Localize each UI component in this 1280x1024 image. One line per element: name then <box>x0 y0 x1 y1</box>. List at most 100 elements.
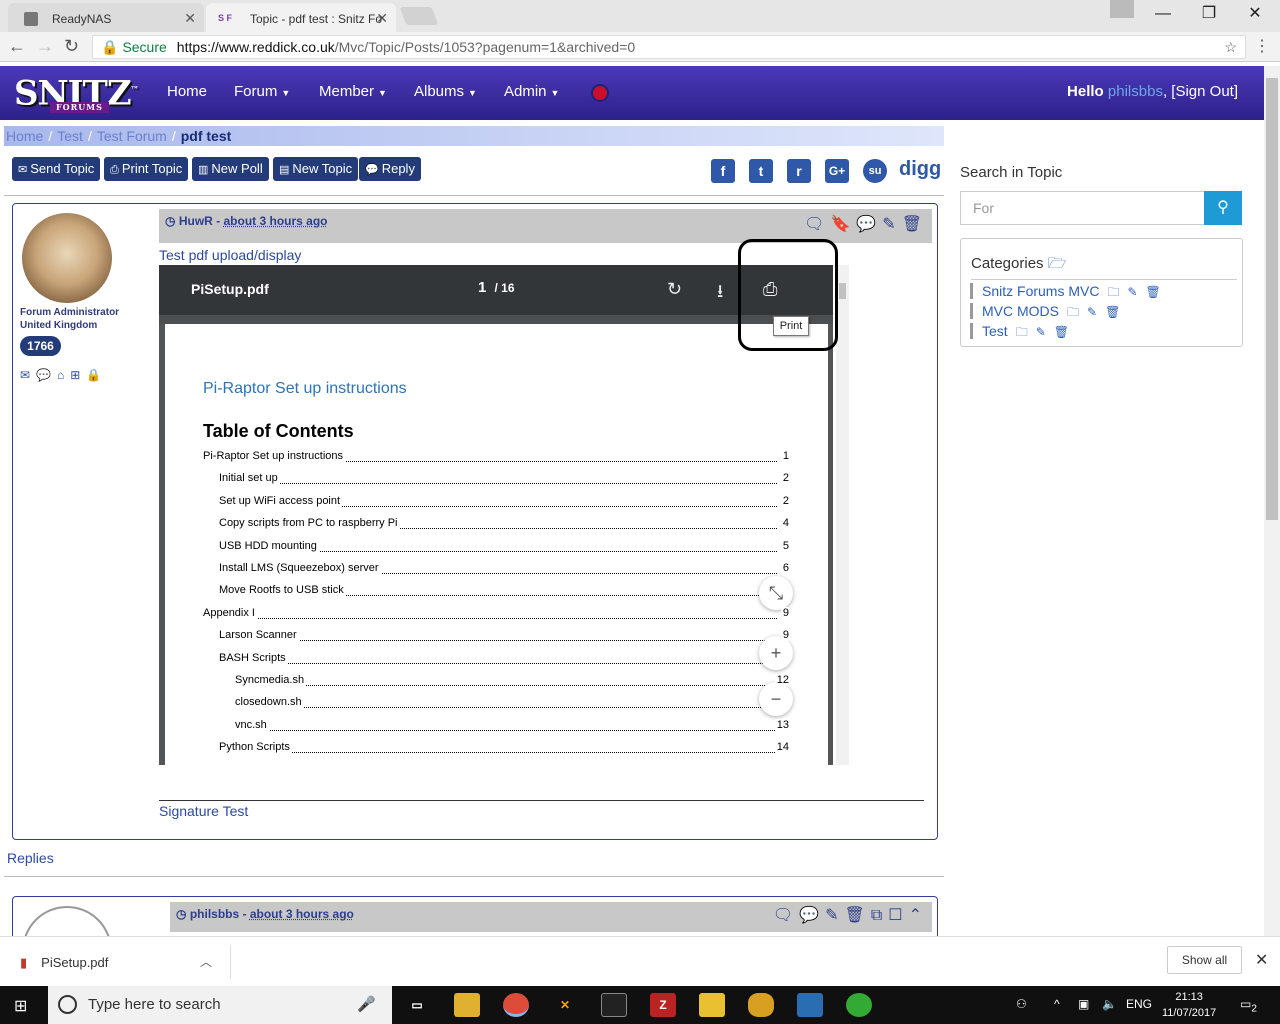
reload-icon[interactable]: ↻ <box>64 36 79 57</box>
nav-home[interactable]: Home <box>167 83 207 100</box>
browser-tab-topic[interactable]: S F Topic - pdf test : Snitz Fo ✕ <box>206 3 396 32</box>
pdf-current-page[interactable]: 1 <box>478 279 486 296</box>
send-topic-button[interactable]: ✉ Send Topic <box>12 157 101 181</box>
category-item-test[interactable]: Test 🗀 ✎ 🗑 <box>970 323 1069 339</box>
minimize-icon[interactable]: — <box>1140 0 1186 30</box>
language-indicator[interactable]: ENG <box>1126 997 1152 1011</box>
search-input[interactable]: For <box>960 191 1205 225</box>
twitter-icon[interactable]: t <box>749 159 773 183</box>
reddit-icon[interactable]: r <box>787 159 811 183</box>
people-icon[interactable]: ⚇ <box>1016 997 1027 1011</box>
app-icon[interactable] <box>748 993 774 1017</box>
browser-menu-icon[interactable]: ⋮ <box>1254 36 1270 56</box>
edit-icon[interactable]: ✎ <box>1127 285 1137 299</box>
folder-icon[interactable]: 🗀 <box>1107 285 1119 299</box>
page-scroll-thumb[interactable] <box>1266 78 1278 520</box>
close-window-icon[interactable]: ✕ <box>1232 0 1278 30</box>
author-name[interactable]: HuwR <box>179 214 213 228</box>
new-poll-button[interactable]: ▥ New Poll <box>192 157 269 181</box>
volume-icon[interactable]: 🔈 <box>1102 997 1117 1011</box>
close-icon[interactable]: ✕ <box>1255 950 1268 970</box>
category-label[interactable]: Snitz Forums MVC <box>982 283 1099 299</box>
app-icon[interactable] <box>846 993 872 1017</box>
browser-tab-readynas[interactable]: ReadyNAS ✕ <box>8 3 204 32</box>
terminal-icon[interactable] <box>601 993 627 1017</box>
nav-admin[interactable]: Admin ▼ <box>504 83 559 100</box>
bookmark-star-icon[interactable]: ☆ <box>1224 36 1237 58</box>
category-item-mvc-mods[interactable]: MVC MODS 🗀 ✎ 🗑 <box>970 303 1120 319</box>
quote-icon[interactable]: 🗨 <box>804 216 830 233</box>
sitemap-icon[interactable]: ⊞ <box>70 368 86 382</box>
toc-row[interactable]: Python Scripts 14 <box>219 741 789 755</box>
toc-row[interactable]: BASH Scripts <box>219 651 789 666</box>
chevron-up-icon[interactable]: ⌃ <box>909 907 928 924</box>
toc-row[interactable]: USB HDD mounting 5 <box>219 539 789 554</box>
toc-row[interactable]: vnc.sh 13 <box>235 718 789 733</box>
close-tab-icon[interactable]: ✕ <box>184 10 196 27</box>
notifications-icon[interactable]: ▭2 <box>1240 997 1257 1014</box>
microphone-icon[interactable]: 🎤 <box>357 986 376 1024</box>
network-icon[interactable]: ▣ <box>1078 997 1089 1011</box>
trash-icon[interactable]: 🗑 <box>1105 305 1120 319</box>
folder-icon[interactable]: 🗀 <box>1067 305 1079 319</box>
edit-icon[interactable]: ✎ <box>882 216 901 233</box>
toc-row[interactable]: Move Rootfs to USB stick <box>219 584 789 598</box>
reply-icon[interactable]: 💬 <box>799 907 825 924</box>
fit-page-icon[interactable]: ⤡ <box>759 576 793 610</box>
category-label[interactable]: MVC MODS <box>982 303 1059 319</box>
breadcrumb-test[interactable]: Test <box>57 128 83 144</box>
app-icon[interactable]: ✕ <box>552 993 578 1017</box>
chrome-icon[interactable] <box>503 993 529 1017</box>
edit-icon[interactable]: ✎ <box>825 907 844 924</box>
stumbleupon-icon[interactable]: su <box>863 159 887 183</box>
toc-row[interactable]: Larson Scanner 9 <box>219 629 789 643</box>
search-button[interactable]: ⚲ <box>1204 191 1242 225</box>
filezilla-icon[interactable]: Z <box>650 993 676 1017</box>
nav-albums[interactable]: Albums ▼ <box>414 83 477 100</box>
url-input[interactable]: 🔒 Secure https://www.reddick.co.uk/Mvc/Top… <box>92 35 1246 59</box>
windows-start-icon[interactable]: ⊞ <box>14 996 27 1016</box>
avatar[interactable] <box>22 213 112 303</box>
toc-row[interactable]: Syncmedia.sh 12 <box>235 674 789 688</box>
google-plus-icon[interactable]: G+ <box>825 159 849 183</box>
clock[interactable]: 21:13 11/07/2017 <box>1162 989 1216 1021</box>
chevron-up-icon[interactable]: ︿ <box>200 953 212 970</box>
trash-icon[interactable]: 🗑 <box>845 907 871 924</box>
restore-icon[interactable]: ❐ <box>1186 0 1232 30</box>
email-icon[interactable]: ✉ <box>20 368 36 382</box>
app-icon[interactable] <box>699 993 725 1017</box>
select-checkbox[interactable]: ☐ <box>888 907 908 924</box>
toc-row[interactable]: Install LMS (Squeezebox) server 6 <box>219 562 789 576</box>
reply-button[interactable]: 💬 Reply <box>359 157 421 181</box>
forward-icon[interactable]: → <box>36 36 54 57</box>
edit-icon[interactable]: ✎ <box>1036 325 1046 339</box>
lock-icon[interactable]: 🔒 <box>86 368 107 382</box>
nav-member[interactable]: Member ▼ <box>319 83 387 100</box>
pdf-scroll-thumb[interactable] <box>839 283 846 299</box>
trash-icon[interactable]: 🗑 <box>902 216 928 233</box>
back-icon[interactable]: ← <box>8 36 26 57</box>
quote-icon[interactable]: 🗨 <box>773 907 799 924</box>
category-label[interactable]: Test <box>982 323 1008 339</box>
digg-icon[interactable]: digg <box>899 158 941 181</box>
chevron-up-icon[interactable]: ^ <box>1054 997 1060 1011</box>
app-icon[interactable] <box>797 993 823 1017</box>
bookmark-icon[interactable]: 🔖 <box>830 216 856 233</box>
signout-link[interactable]: [Sign Out] <box>1171 83 1238 100</box>
new-tab-button[interactable] <box>399 7 439 25</box>
author-name[interactable]: philsbbs <box>190 907 239 921</box>
new-topic-button[interactable]: ▤ New Topic <box>273 157 359 181</box>
task-view-icon[interactable]: ▭ <box>404 993 430 1017</box>
taskbar-search-input[interactable]: Type here to search 🎤 <box>48 986 392 1024</box>
username-link[interactable]: philsbbs <box>1108 83 1163 100</box>
home-icon[interactable]: ⌂ <box>57 368 70 382</box>
file-explorer-icon[interactable] <box>454 993 480 1017</box>
toc-row[interactable]: Set up WiFi access point 2 <box>219 494 789 509</box>
pdf-scrollbar[interactable] <box>836 265 849 765</box>
breadcrumb-test-forum[interactable]: Test Forum <box>97 128 167 144</box>
folder-icon[interactable]: 🗀 <box>1016 325 1028 339</box>
toc-row[interactable]: Appendix I 9 <box>203 606 789 621</box>
snitz-logo[interactable]: SNITZ™ FORUMS <box>14 72 139 114</box>
toc-row[interactable]: closedown.sh <box>235 696 789 710</box>
nav-forum[interactable]: Forum ▼ <box>234 83 290 100</box>
